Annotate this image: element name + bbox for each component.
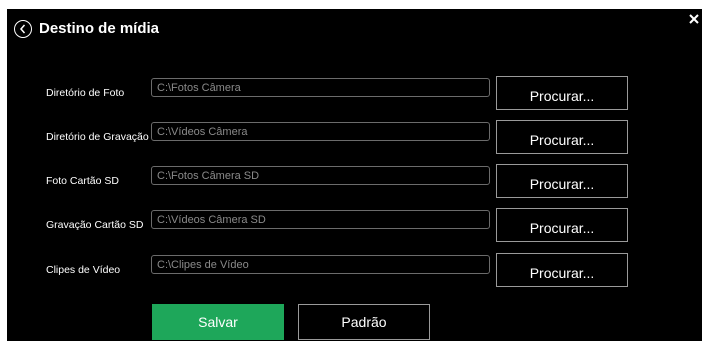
dialog-title: Destino de mídia bbox=[39, 20, 160, 37]
browse-video-clips-button[interactable]: Procurar... bbox=[496, 253, 628, 287]
sd-photo-label: Foto Cartão SD bbox=[46, 175, 119, 187]
close-icon bbox=[689, 14, 699, 24]
video-clips-input[interactable] bbox=[151, 255, 490, 274]
sd-photo-input[interactable] bbox=[151, 166, 490, 185]
back-button[interactable] bbox=[14, 20, 32, 38]
video-clips-label: Clipes de Vídeo bbox=[46, 264, 121, 276]
recording-directory-label: Diretório de Gravação bbox=[46, 131, 149, 143]
close-button[interactable] bbox=[688, 12, 702, 26]
browse-sd-photo-button[interactable]: Procurar... bbox=[496, 164, 628, 198]
video-clips-row: Clipes de Vídeo Procurar... bbox=[7, 253, 702, 289]
save-button[interactable]: Salvar bbox=[152, 304, 284, 340]
recording-directory-input[interactable] bbox=[151, 122, 490, 141]
recording-directory-row: Diretório de Gravação Procurar... bbox=[7, 120, 702, 156]
browse-photo-directory-button[interactable]: Procurar... bbox=[496, 76, 628, 110]
photo-directory-label: Diretório de Foto bbox=[46, 87, 125, 99]
sd-recording-input[interactable] bbox=[151, 210, 490, 229]
photo-directory-row: Diretório de Foto Procurar... bbox=[7, 76, 702, 112]
sd-recording-row: Gravação Cartão SD Procurar... bbox=[7, 208, 702, 244]
dialog-header: Destino de mídia bbox=[7, 9, 702, 49]
browse-recording-directory-button[interactable]: Procurar... bbox=[496, 120, 628, 154]
browse-sd-recording-button[interactable]: Procurar... bbox=[496, 208, 628, 242]
sd-recording-label: Gravação Cartão SD bbox=[46, 219, 144, 231]
sd-photo-row: Foto Cartão SD Procurar... bbox=[7, 164, 702, 200]
chevron-left-icon bbox=[20, 24, 26, 34]
photo-directory-input[interactable] bbox=[151, 78, 490, 97]
default-button[interactable]: Padrão bbox=[298, 304, 430, 340]
media-destination-dialog: Destino de mídia Diretório de Foto Procu… bbox=[7, 9, 702, 341]
